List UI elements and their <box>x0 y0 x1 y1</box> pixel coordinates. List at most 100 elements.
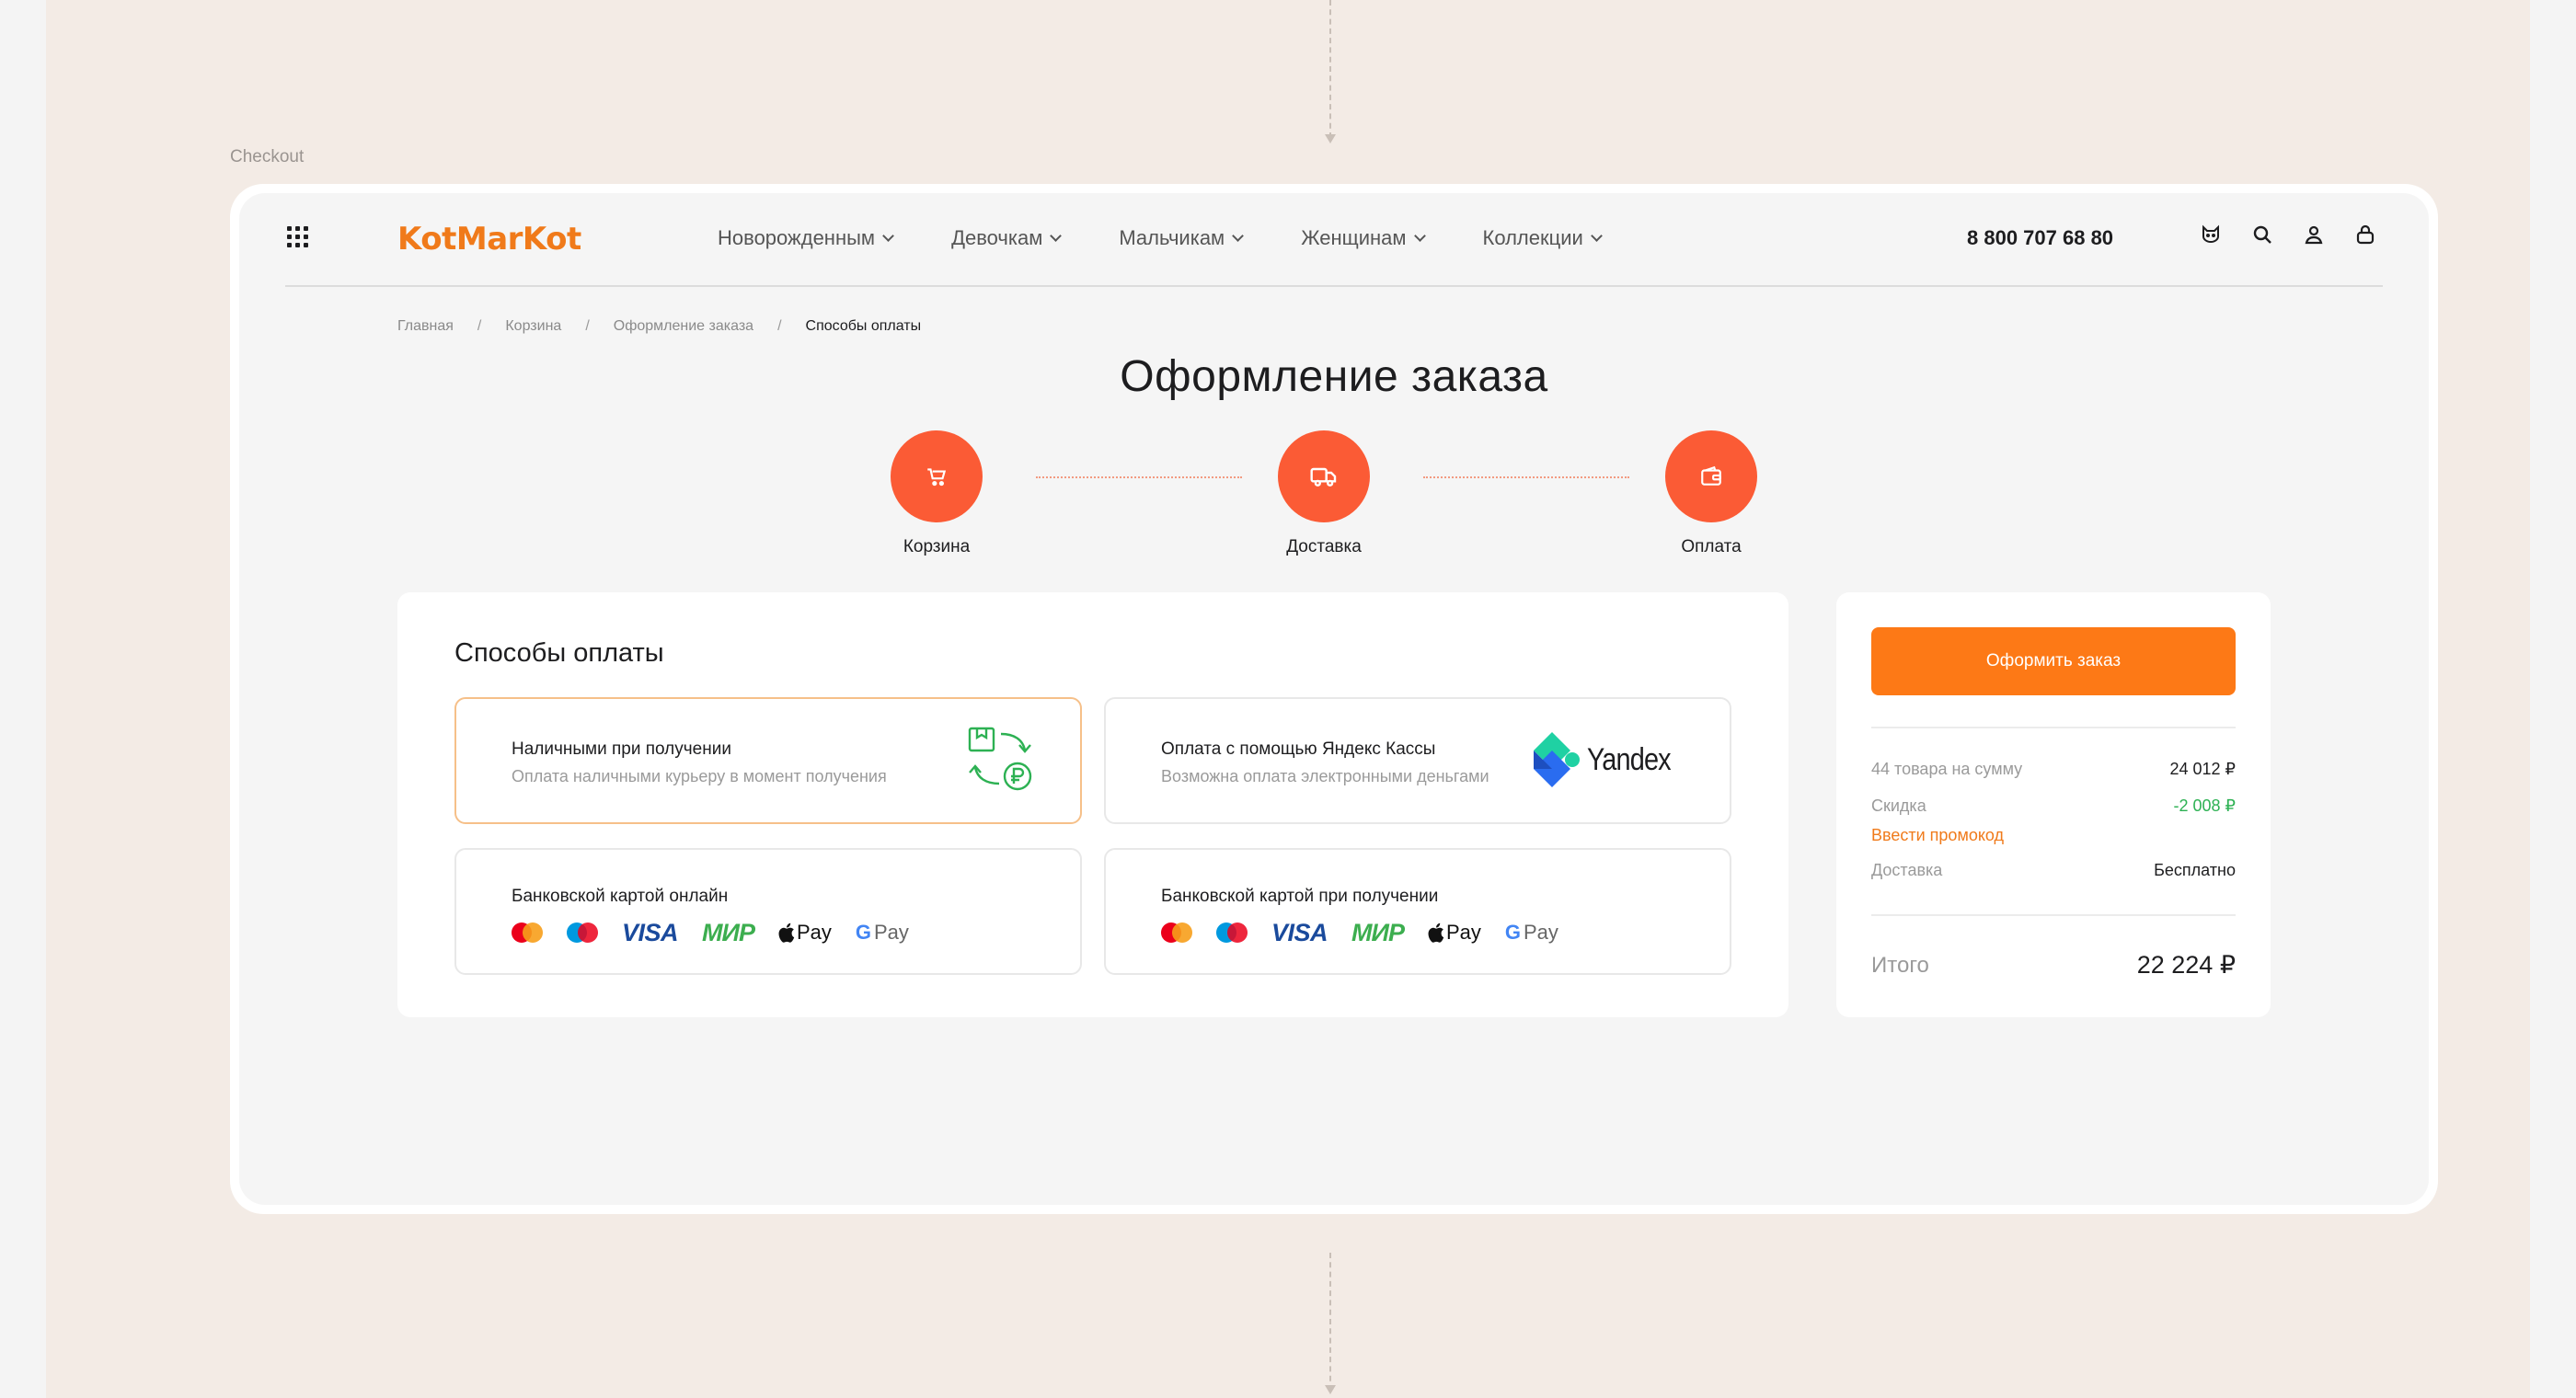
summary-divider <box>1871 727 2236 728</box>
visa-icon: VISA <box>1271 918 1328 946</box>
search-icon[interactable] <box>2250 223 2274 246</box>
site-logo[interactable]: KotMarKot <box>397 221 581 258</box>
breadcrumb-current: Способы оплаты <box>805 318 922 334</box>
payment-option-title: Оплата с помощью Яндекс Кассы <box>1161 739 1436 759</box>
guide-arrow-icon <box>1325 134 1336 143</box>
chevron-down-icon <box>1050 230 1063 242</box>
nav-item-label: Новорожденным <box>718 226 876 249</box>
cat-favorites-icon[interactable] <box>2199 223 2223 246</box>
payment-option-yandex-kassa[interactable]: Оплата с помощью Яндекс Кассы Возможна о… <box>1104 697 1731 824</box>
google-g-label: G <box>855 921 871 944</box>
apple-pay-icon: Pay <box>1428 921 1481 945</box>
google-pay-label: Pay <box>874 921 909 944</box>
payment-option-card-online[interactable]: Банковской картой онлайн VISA МИР Pay GP… <box>454 848 1082 975</box>
maestro-icon <box>1216 922 1248 943</box>
breadcrumb: Главная / Корзина / Оформление заказа / … <box>397 318 921 335</box>
cash-exchange-icon <box>966 725 1040 799</box>
chevron-down-icon <box>1590 230 1603 242</box>
nav-item-newborns[interactable]: Новорожденным <box>718 226 894 250</box>
step-label: Корзина <box>903 537 971 556</box>
nav-item-label: Мальчикам <box>1119 226 1225 249</box>
main-nav: Новорожденным Девочкам Мальчикам Женщина… <box>718 226 1603 250</box>
google-pay-icon: G Pay <box>856 921 909 945</box>
summary-delivery-value: Бесплатно <box>2154 861 2236 879</box>
summary-divider <box>1871 914 2236 916</box>
breadcrumb-separator: / <box>777 318 782 334</box>
mir-icon: МИР <box>1351 918 1405 946</box>
cart-icon <box>927 468 947 487</box>
summary-discount-row: Скидка -2 008 ₽ <box>1871 796 2236 816</box>
chevron-down-icon <box>882 230 894 242</box>
flow-guide-top <box>1325 0 1336 143</box>
header-actions <box>2199 223 2377 246</box>
apple-pay-icon: Pay <box>778 921 832 945</box>
visa-icon: VISA <box>622 918 679 946</box>
nav-item-boys[interactable]: Мальчикам <box>1119 226 1245 250</box>
enter-promo-link[interactable]: Ввести промокод <box>1871 826 2004 845</box>
step-cart-circle <box>891 430 983 522</box>
mir-icon: МИР <box>702 918 755 946</box>
breadcrumb-separator: / <box>477 318 482 334</box>
breadcrumb-checkout[interactable]: Оформление заказа <box>614 318 753 335</box>
apple-pay-label: Pay <box>796 921 832 944</box>
step-payment[interactable]: Оплата <box>1619 430 1803 557</box>
payment-option-subtitle: Возможна оплата электронными деньгами <box>1161 767 1489 785</box>
payment-option-card-on-delivery[interactable]: Банковской картой при получении VISA МИР… <box>1104 848 1731 975</box>
wallet-icon <box>1701 465 1721 486</box>
google-pay-icon: G Pay <box>1505 921 1558 945</box>
phone-number[interactable]: 8 800 707 68 80 <box>1967 226 2113 250</box>
mastercard-icon <box>1161 922 1192 943</box>
menu-grid-icon[interactable] <box>285 224 308 247</box>
step-cart[interactable]: Корзина <box>845 430 1029 557</box>
summary-discount-label: Скидка <box>1871 796 1926 815</box>
summary-discount-value: -2 008 ₽ <box>2173 796 2237 815</box>
chevron-down-icon <box>1413 230 1426 242</box>
card-brands: VISA МИР Pay G Pay <box>512 916 909 949</box>
summary-items-label: 44 товара на сумму <box>1871 760 2023 778</box>
canvas-background: Checkout KotMarKot Новорожденным Девочка… <box>46 0 2530 1398</box>
yandex-brand-text: Yandex <box>1587 741 1672 777</box>
chevron-down-icon <box>1232 230 1245 242</box>
payment-option-title: Наличными при получении <box>512 739 731 759</box>
step-delivery-circle <box>1278 430 1370 522</box>
site-header: KotMarKot Новорожденным Девочкам Мальчик… <box>239 193 2429 296</box>
google-g-label: G <box>1504 921 1521 944</box>
user-icon[interactable] <box>2302 223 2326 246</box>
payment-methods-title: Способы оплаты <box>454 638 664 668</box>
nav-item-women[interactable]: Женщинам <box>1301 226 1426 250</box>
breadcrumb-cart[interactable]: Корзина <box>505 318 561 335</box>
page: KotMarKot Новорожденным Девочкам Мальчик… <box>239 193 2429 1205</box>
nav-item-label: Девочкам <box>951 226 1043 249</box>
summary-items-value: 24 012 ₽ <box>2169 760 2236 778</box>
browser-window: KotMarKot Новорожденным Девочкам Мальчик… <box>230 184 2438 1214</box>
step-delivery[interactable]: Доставка <box>1232 430 1416 557</box>
summary-delivery-label: Доставка <box>1871 861 1943 879</box>
maestro-icon <box>567 922 598 943</box>
frame-label: Checkout <box>230 147 305 166</box>
apple-pay-label: Pay <box>1445 921 1481 944</box>
order-summary-panel: Оформить заказ 44 товара на сумму 24 012… <box>1836 592 2271 1017</box>
google-pay-label: Pay <box>1524 921 1558 944</box>
yandex-logo: Yandex <box>1532 730 1685 789</box>
summary-total-value: 22 224 ₽ <box>2136 951 2236 979</box>
summary-total-label: Итого <box>1871 952 1929 978</box>
nav-item-girls[interactable]: Девочкам <box>951 226 1063 250</box>
nav-item-collections[interactable]: Коллекции <box>1483 226 1603 250</box>
step-payment-circle <box>1665 430 1757 522</box>
nav-item-label: Женщинам <box>1301 226 1407 249</box>
breadcrumb-separator: / <box>585 318 590 334</box>
mastercard-icon <box>512 922 543 943</box>
place-order-button[interactable]: Оформить заказ <box>1871 627 2236 695</box>
step-label: Доставка <box>1286 537 1362 556</box>
payment-option-subtitle: Оплата наличными курьеру в момент получе… <box>512 767 887 785</box>
payment-methods-panel: Способы оплаты Наличными при получении О… <box>397 592 1788 1017</box>
payment-option-cash[interactable]: Наличными при получении Оплата наличными… <box>454 697 1082 824</box>
step-connector <box>1423 476 1629 478</box>
breadcrumb-home[interactable]: Главная <box>397 318 454 335</box>
header-divider <box>285 285 2383 287</box>
payment-option-title: Банковской картой онлайн <box>512 887 729 906</box>
step-connector <box>1036 476 1242 478</box>
summary-delivery-row: Доставка Бесплатно <box>1871 861 2236 880</box>
shopping-bag-icon[interactable] <box>2353 223 2377 246</box>
step-label: Оплата <box>1681 537 1742 556</box>
